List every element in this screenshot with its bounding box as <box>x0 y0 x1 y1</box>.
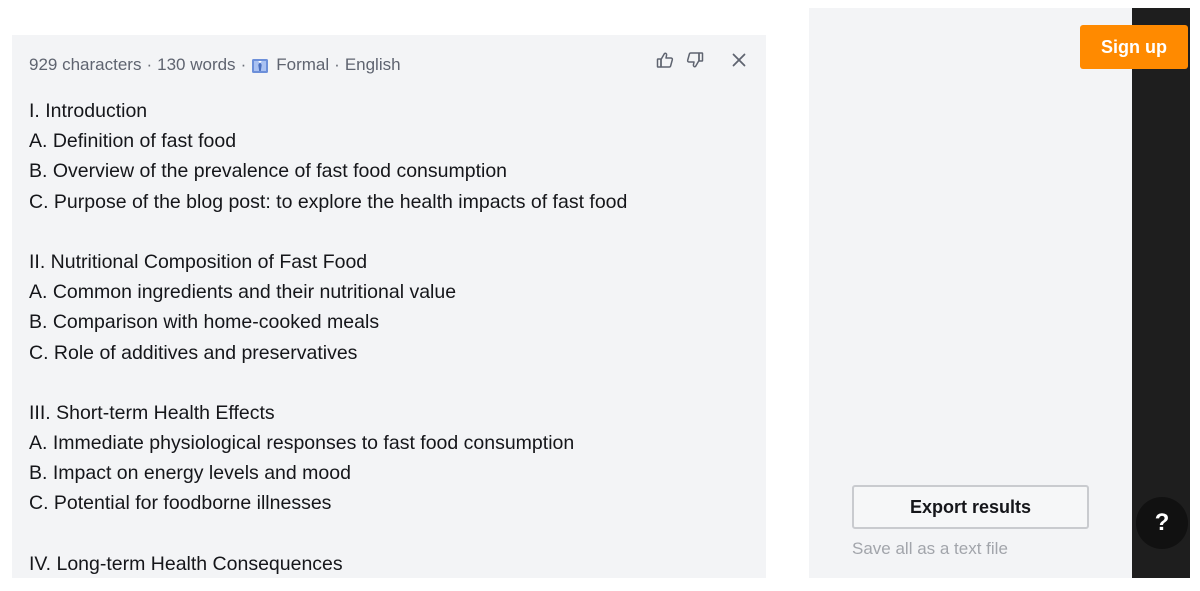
meta-separator: · <box>334 55 340 74</box>
outline-line: A. Common ingredients and their nutritio… <box>29 281 457 304</box>
thumbs-down-icon[interactable] <box>686 51 704 69</box>
close-icon[interactable] <box>730 51 748 69</box>
character-count: 929 characters <box>29 55 142 74</box>
outline-line: I. Introduction <box>29 100 148 122</box>
outline-text: I. Introduction A. Definition of fast fo… <box>29 96 746 578</box>
help-button[interactable]: ? <box>1136 497 1188 549</box>
page: 929 characters · 130 words · Formal · En… <box>0 0 1200 591</box>
outline-line <box>29 368 746 398</box>
right-edge-strip <box>1132 8 1190 578</box>
thumbs-up-icon[interactable] <box>656 51 674 69</box>
signup-button[interactable]: Sign up <box>1080 25 1188 69</box>
outline-line: IV. Long-term Health Consequences <box>29 552 343 575</box>
outline-line: A. Definition of fast food <box>29 130 237 153</box>
export-results-button[interactable]: Export results <box>852 485 1089 529</box>
outline-line: III. Short-term Health Effects <box>29 401 275 424</box>
meta-separator: · <box>146 55 153 74</box>
result-card: 929 characters · 130 words · Formal · En… <box>12 35 766 578</box>
outline-line: B. Overview of the prevalence of fast fo… <box>29 160 508 183</box>
outline-line: C. Purpose of the blog post: to explore … <box>29 190 628 213</box>
outline-line <box>29 519 746 549</box>
export-hint: Save all as a text file <box>852 539 1008 558</box>
formal-tone-icon <box>251 56 269 74</box>
outline-line: C. Potential for foodborne illnesses <box>29 492 332 515</box>
outline-line: B. Comparison with home-cooked meals <box>29 311 380 334</box>
result-meta: 929 characters · 130 words · Formal · En… <box>29 54 401 76</box>
outline-line: B. Impact on energy levels and mood <box>29 462 351 485</box>
outline-line: A. Immediate physiological responses to … <box>29 432 575 455</box>
word-count: 130 words <box>157 55 236 74</box>
outline-line: C. Role of additives and preservatives <box>29 341 358 364</box>
tone-label: Formal <box>276 55 330 74</box>
language-label: English <box>344 55 401 74</box>
outline-line: II. Nutritional Composition of Fast Food <box>29 250 368 273</box>
outline-line <box>29 217 746 247</box>
meta-separator: · <box>240 55 247 74</box>
result-actions <box>656 51 748 69</box>
